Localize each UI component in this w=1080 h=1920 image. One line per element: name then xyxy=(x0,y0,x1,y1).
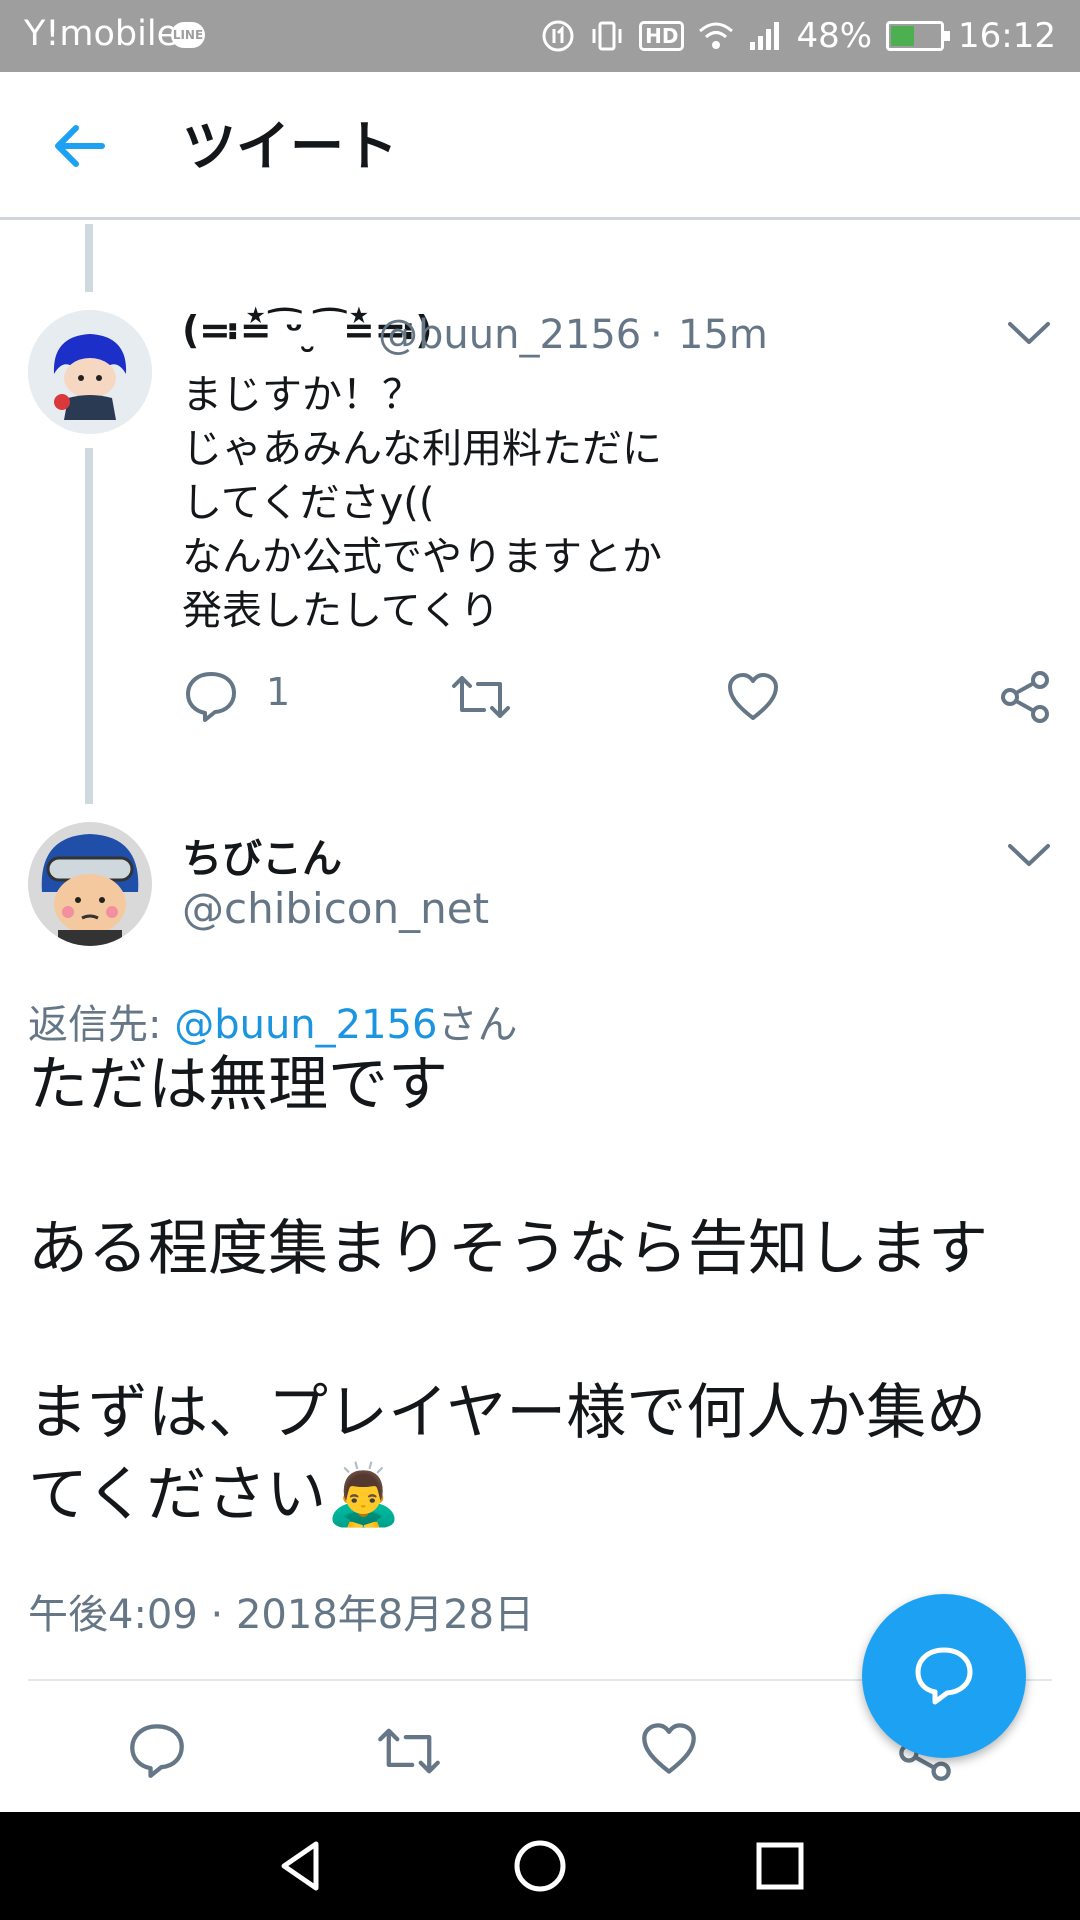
author-handle[interactable]: @chibicon_net xyxy=(182,884,489,933)
triangle-back-icon[interactable] xyxy=(270,1834,334,1898)
tweet-text-line: ある程度集まりそうなら告知します xyxy=(28,1214,988,1284)
thread-line-top xyxy=(85,224,93,292)
retweet-icon[interactable] xyxy=(450,672,512,722)
thread-line-bottom xyxy=(85,448,93,804)
parent-text-line: 発表したしてくり xyxy=(182,588,500,634)
parent-text-line: なんか公式でやりますとか xyxy=(182,534,662,580)
author-display-name[interactable]: ちびこん xyxy=(182,826,342,884)
square-recents-icon[interactable] xyxy=(748,1834,812,1898)
parent-text-line: まじすか！？ xyxy=(182,372,422,418)
reply-to-mention[interactable]: @buun_2156 xyxy=(174,1002,437,1048)
wifi-icon xyxy=(699,22,734,49)
status-icons: HD 48% 16:12 xyxy=(541,0,1056,72)
vibrate-icon xyxy=(592,21,622,51)
chevron-down-icon[interactable] xyxy=(1004,316,1054,350)
tweet-timestamp[interactable]: 午後4:09 · 2018年8月28日 xyxy=(28,1582,534,1640)
battery-icon xyxy=(886,21,951,51)
heart-icon[interactable] xyxy=(726,672,780,722)
tweet-text-line: まずは、プレイヤー様で何人か集め xyxy=(28,1378,987,1448)
arrow-left-icon[interactable] xyxy=(44,116,116,176)
tweet-text-line: ただは無理です xyxy=(28,1050,448,1120)
clock: 16:12 xyxy=(958,16,1056,56)
chevron-down-icon[interactable] xyxy=(1004,838,1054,872)
parent-text-line: してくださy(( xyxy=(182,480,435,526)
page-title: ツイート xyxy=(182,115,398,178)
speech-bubble-icon[interactable] xyxy=(128,1722,186,1778)
parent-tweet-text: まじすか！？ じゃあみんな利用料ただに してくださy(( なんか公式でやりますと… xyxy=(182,368,1022,638)
carrier-label: Y!mobile xyxy=(24,14,179,54)
circle-home-icon[interactable] xyxy=(508,1834,572,1898)
retweet-icon[interactable] xyxy=(376,1724,442,1778)
reply-to-line: 返信先: @buun_2156さん xyxy=(28,992,517,1050)
main-tweet-text: ただは無理です ある程度集まりそうなら告知します まずは、プレイヤー様で何人か集… xyxy=(28,1044,1058,1536)
parent-separator: · xyxy=(650,312,663,358)
heart-icon[interactable] xyxy=(640,1722,698,1776)
system-nav-bar xyxy=(0,1812,1080,1920)
data-saver-icon xyxy=(542,20,574,52)
parent-reply-count: 1 xyxy=(266,670,291,714)
parent-time[interactable]: 15m xyxy=(678,312,768,358)
parent-handle[interactable]: @buun_2156 xyxy=(378,312,641,358)
speech-bubble-icon[interactable] xyxy=(184,670,238,722)
reply-to-suffix: さん xyxy=(437,1002,518,1048)
parent-text-line: じゃあみんな利用料ただに xyxy=(182,426,662,472)
bowing-man-emoji: 🙇‍♂️ xyxy=(326,1460,401,1530)
signal-icon xyxy=(750,22,780,50)
status-bar: Y!mobile LINE HD 48% 16:12 xyxy=(0,0,1080,72)
tweet-text-line-end: てください xyxy=(28,1460,327,1530)
avatar-chibicon[interactable] xyxy=(28,822,152,946)
share-icon[interactable] xyxy=(998,670,1052,724)
compose-reply-icon xyxy=(915,1647,973,1705)
tweet-text-line: てください🙇‍♂️ xyxy=(28,1454,1058,1536)
avatar-buun[interactable] xyxy=(28,310,152,434)
hd-voice-icon: HD xyxy=(639,21,685,51)
compose-reply-button[interactable] xyxy=(862,1594,1026,1758)
battery-percent: 48% xyxy=(796,16,873,56)
reply-to-prefix: 返信先: xyxy=(28,1002,175,1048)
line-notification-icon: LINE xyxy=(171,22,205,48)
app-header: ツイート xyxy=(0,72,1080,220)
